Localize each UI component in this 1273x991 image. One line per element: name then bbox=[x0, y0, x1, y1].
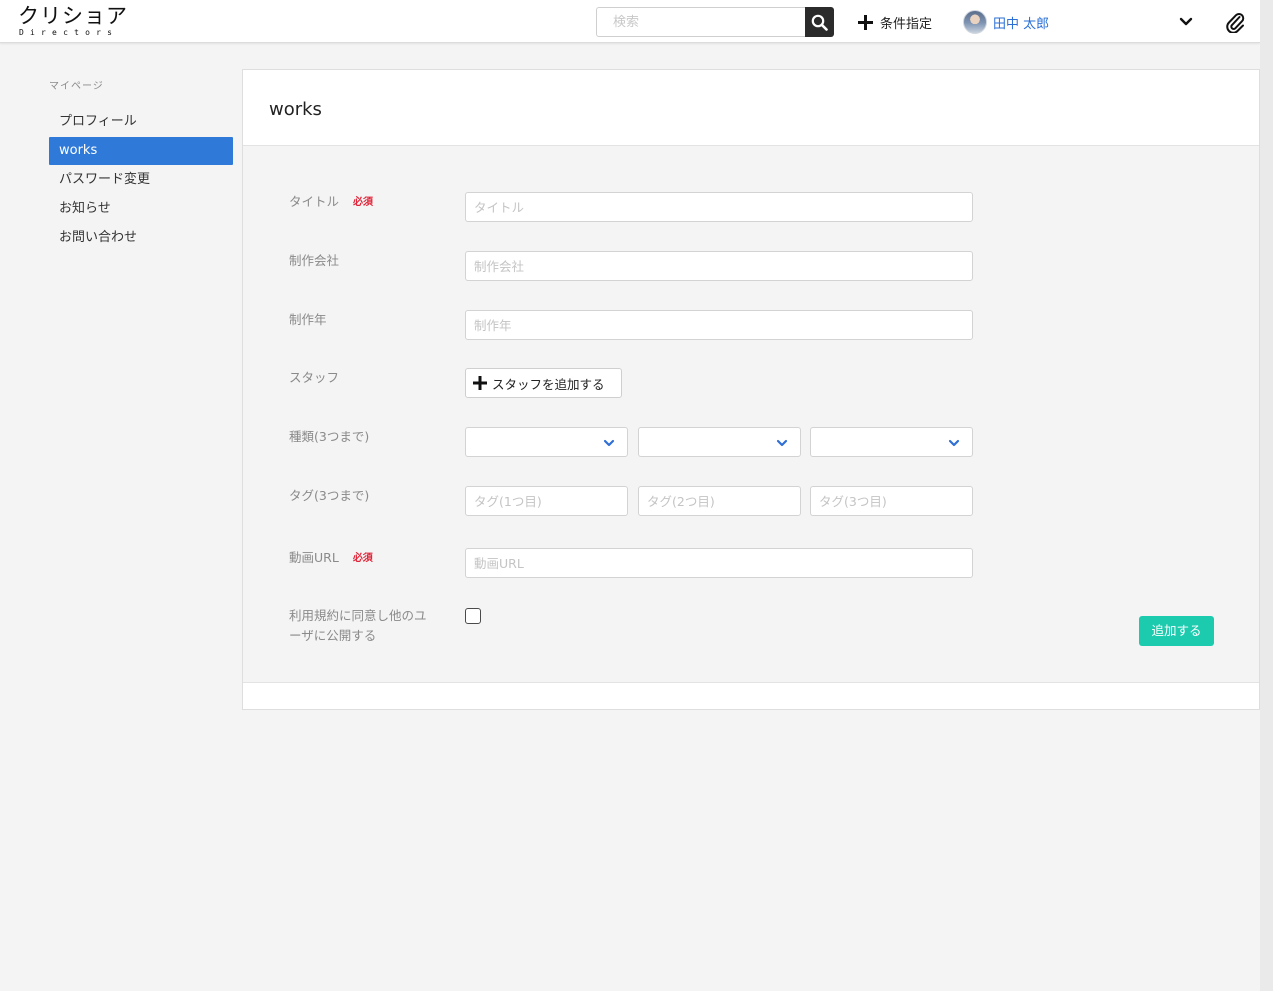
plus-icon bbox=[858, 14, 873, 30]
kind-select-2[interactable] bbox=[638, 427, 801, 457]
logo-main-text: クリショア bbox=[18, 4, 128, 28]
conditions-button[interactable]: 条件指定 bbox=[857, 11, 932, 33]
video-url-label-text: 動画URL bbox=[289, 550, 339, 565]
sidebar-heading: マイページ bbox=[49, 81, 104, 92]
works-form: タイトル必須 制作会社 制作年 スタッフ スタッフを追加する 種類(3つまで) bbox=[243, 146, 1259, 683]
year-label: 制作年 bbox=[289, 312, 327, 327]
title-label: タイトル 必須 bbox=[289, 192, 373, 213]
kind-select-1[interactable] bbox=[465, 427, 628, 457]
kind-select-3[interactable] bbox=[810, 427, 973, 457]
video-url-label: 動画URL 必須 bbox=[289, 548, 373, 569]
page-title: works bbox=[269, 99, 322, 120]
kinds-label: 種類(3つまで) bbox=[289, 429, 370, 444]
title-input[interactable] bbox=[465, 192, 973, 222]
sidebar: マイページ プロフィール works パスワード変更 お知らせ お問い合わせ bbox=[49, 78, 233, 253]
user-name: 田中 太郎 bbox=[993, 16, 1050, 32]
chevron-down-icon bbox=[776, 439, 788, 447]
tag-input-3[interactable] bbox=[810, 486, 973, 516]
company-label: 制作会社 bbox=[289, 253, 340, 268]
logo[interactable]: クリショア Directors bbox=[18, 4, 128, 37]
add-staff-label: スタッフを追加する bbox=[492, 376, 605, 392]
year-input[interactable] bbox=[465, 310, 973, 340]
top-header: クリショア Directors 条件指定 田中 太郎 bbox=[0, 0, 1260, 43]
add-button[interactable]: 追加する bbox=[1139, 616, 1214, 646]
chevron-down-icon bbox=[603, 439, 615, 447]
video-url-input[interactable] bbox=[465, 548, 973, 578]
sidebar-item-profile[interactable]: プロフィール bbox=[49, 108, 233, 136]
chevron-down-icon[interactable] bbox=[1178, 14, 1194, 30]
sidebar-item-news[interactable]: お知らせ bbox=[49, 195, 233, 223]
search-box bbox=[596, 7, 834, 37]
tag-input-1[interactable] bbox=[465, 486, 628, 516]
staff-label: スタッフ bbox=[289, 370, 340, 385]
paperclip-icon[interactable] bbox=[1225, 11, 1245, 33]
logo-sub-text: Directors bbox=[19, 28, 119, 37]
terms-label: 利用規約に同意し他のユーザに公開する bbox=[289, 608, 427, 643]
scrollbar-track[interactable] bbox=[1260, 0, 1273, 991]
required-badge: 必須 bbox=[353, 197, 374, 208]
search-input[interactable] bbox=[596, 7, 806, 37]
user-menu[interactable]: 田中 太郎 bbox=[963, 10, 1049, 34]
card-header: works bbox=[243, 70, 1259, 146]
search-button[interactable] bbox=[805, 7, 834, 37]
conditions-label: 条件指定 bbox=[880, 16, 933, 32]
sidebar-item-password[interactable]: パスワード変更 bbox=[49, 166, 233, 194]
required-badge: 必須 bbox=[352, 553, 373, 564]
terms-checkbox[interactable] bbox=[465, 608, 481, 624]
sidebar-item-contact[interactable]: お問い合わせ bbox=[49, 224, 233, 252]
tag-input-2[interactable] bbox=[638, 486, 801, 516]
works-card: works タイトル必須 制作会社 制作年 スタッフ スタッフを追加する 種類(… bbox=[242, 69, 1260, 710]
plus-icon bbox=[473, 376, 487, 390]
avatar bbox=[963, 10, 987, 34]
search-icon bbox=[811, 14, 828, 31]
tags-label: タグ(3つまで) bbox=[289, 488, 370, 503]
company-input[interactable] bbox=[465, 251, 973, 281]
sidebar-item-works[interactable]: works bbox=[49, 137, 233, 165]
add-staff-button[interactable]: スタッフを追加する bbox=[465, 368, 622, 398]
chevron-down-icon bbox=[948, 439, 960, 447]
title-label-text: タイトル bbox=[289, 194, 340, 209]
